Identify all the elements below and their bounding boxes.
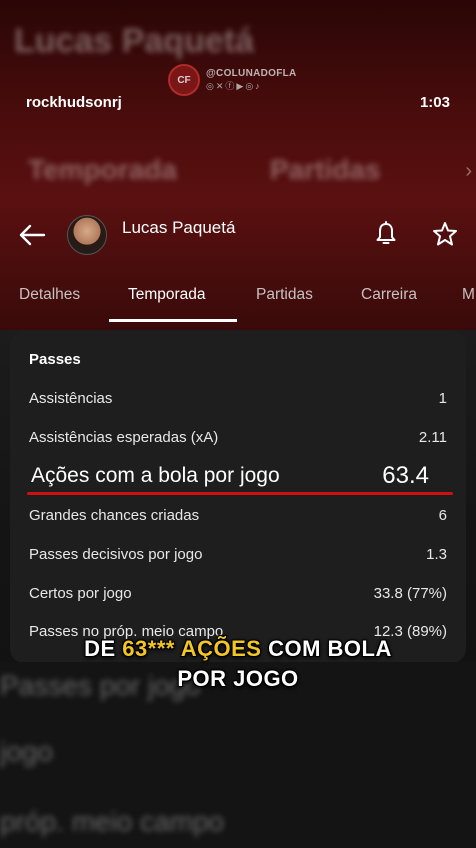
stat-value: 1.3 bbox=[426, 546, 447, 563]
blurred-text: próp. meio campo bbox=[0, 806, 225, 837]
player-topbar: Lucas Paquetá bbox=[0, 205, 476, 265]
stat-value: 6 bbox=[438, 507, 447, 524]
stat-value: 63.4 bbox=[382, 462, 429, 489]
caption-line-2: POR JOGO bbox=[177, 666, 299, 691]
active-tab-indicator bbox=[109, 319, 237, 322]
tab-temporada[interactable]: Temporada bbox=[128, 286, 206, 304]
caption-text: COM BOLA bbox=[261, 636, 392, 661]
stat-label: Passes decisivos por jogo bbox=[29, 546, 203, 563]
stat-row: Certos por jogo 33.8 (77%) bbox=[29, 585, 447, 609]
stat-row: Assistências 1 bbox=[29, 390, 447, 414]
tab-carreira[interactable]: Carreira bbox=[361, 286, 417, 304]
stat-value: 33.8 (77%) bbox=[373, 585, 447, 602]
stat-label: Ações com a bola por jogo bbox=[31, 464, 280, 487]
tab-partidas[interactable]: Partidas bbox=[256, 286, 313, 304]
blurred-background-tab: Temporada bbox=[28, 154, 177, 185]
caption-text: DE bbox=[84, 636, 123, 661]
stat-value: 2.11 bbox=[418, 429, 447, 446]
stat-row-highlighted: Ações com a bola por jogo 63.4 bbox=[29, 462, 447, 492]
star-icon[interactable] bbox=[431, 220, 459, 248]
stat-value: 1 bbox=[438, 390, 447, 407]
watermark-logo: CF bbox=[168, 64, 200, 96]
highlight-underline bbox=[27, 492, 453, 495]
stat-label: Certos por jogo bbox=[29, 585, 132, 602]
watermark-handle: @COLUNADOFLA bbox=[206, 68, 297, 79]
tab-detalhes[interactable]: Detalhes bbox=[19, 286, 80, 304]
player-avatar bbox=[67, 215, 107, 255]
caption-highlight: 63*** AÇÕES bbox=[122, 636, 262, 661]
stat-label: Grandes chances criadas bbox=[29, 507, 200, 524]
blurred-text: jogo bbox=[0, 736, 53, 767]
watermark: CF @COLUNADOFLA ◎✕ⓕ▶◎♪ bbox=[168, 62, 318, 98]
blurred-background-title: Lucas Paquetá bbox=[14, 22, 254, 60]
player-name: Lucas Paquetá bbox=[122, 218, 236, 237]
caption-line-1: DE 63*** AÇÕES COM BOLA bbox=[0, 634, 476, 664]
stat-label: Assistências bbox=[29, 390, 113, 407]
back-arrow-icon[interactable] bbox=[18, 223, 46, 247]
blurred-background-tab: Partidas bbox=[270, 154, 381, 185]
stat-row: Grandes chances criadas 6 bbox=[29, 507, 447, 531]
video-caption: DE 63*** AÇÕES COM BOLA POR JOGO bbox=[0, 634, 476, 694]
video-username[interactable]: rockhudsonrj bbox=[26, 94, 122, 111]
tab-more[interactable]: M bbox=[462, 286, 475, 304]
chevron-right-icon: › bbox=[465, 160, 472, 182]
stat-label: Assistências esperadas (xA) bbox=[29, 429, 219, 446]
section-title: Passes bbox=[29, 351, 81, 368]
bell-icon[interactable] bbox=[374, 221, 398, 247]
tab-bar: Detalhes Temporada Partidas Carreira M bbox=[0, 272, 476, 324]
video-timer: 1:03 bbox=[419, 94, 450, 111]
stats-card-passes: Passes Assistências 1 Assistências esper… bbox=[10, 331, 466, 663]
social-icons: ◎✕ⓕ▶◎♪ bbox=[206, 81, 262, 91]
stat-row: Passes decisivos por jogo 1.3 bbox=[29, 546, 447, 570]
stat-row: Assistências esperadas (xA) 2.11 bbox=[29, 429, 447, 453]
